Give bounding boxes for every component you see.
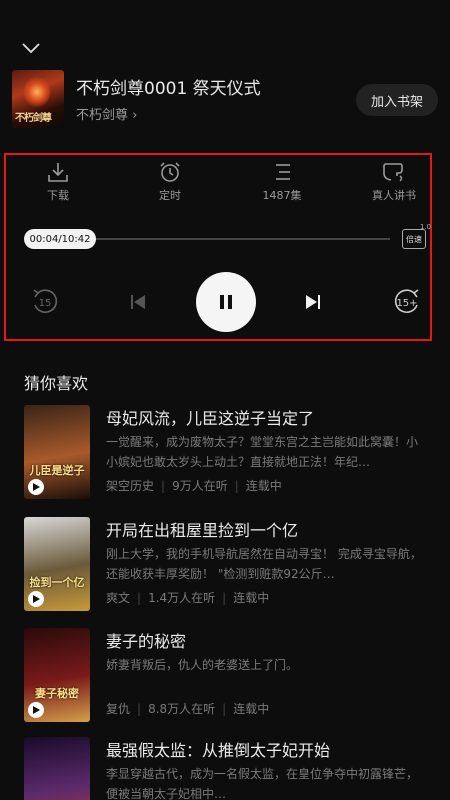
- play-badge-icon[interactable]: [28, 702, 44, 718]
- recommend-book-title[interactable]: 母妃风流，儿臣这逆子当定了: [106, 405, 314, 429]
- pause-icon: [220, 295, 232, 309]
- collapse-chevron-icon[interactable]: [20, 40, 42, 56]
- recommend-book-description: 刚上大学，我的手机导航居然在自动寻宝！ 完成寻宝导航，还能收获丰厚奖励！ "检测…: [106, 547, 422, 581]
- cover-title-art: 妻子秘密: [35, 687, 79, 700]
- previous-track-button[interactable]: [129, 293, 147, 315]
- download-icon: [48, 163, 68, 182]
- cover-title-art: 捡到一个亿: [29, 576, 85, 589]
- recommend-book-description: 一觉醒来，成为废物太子？堂堂东宫之主岂能如此窝囊！小小嫔妃也敢太岁头上动土？直接…: [106, 435, 419, 469]
- skip-previous-icon: [131, 295, 145, 309]
- genre-tag: 架空历史: [106, 479, 155, 493]
- recommend-list-item[interactable]: 儿臣是逆子 母妃风流，儿臣这逆子当定了一觉醒来，成为废物太子？堂堂东宫之主岂能如此…: [24, 405, 434, 501]
- book-link[interactable]: 不朽剑尊 ›: [76, 104, 137, 123]
- recommend-book-description: 娇妻背叛后，仇人的老婆送上了门。: [106, 658, 299, 672]
- recommend-book-meta: 架空历史 | 9万人在听 | 连载中: [106, 477, 282, 494]
- recommend-list-item[interactable]: 捡到一个亿 开局在出租屋里捡到一个亿刚上大学，我的手机导航居然在自动寻宝！ 完成寻…: [24, 517, 434, 613]
- meta-divider: |: [222, 591, 227, 605]
- pause-button[interactable]: [196, 272, 256, 332]
- skip-next-icon: [306, 295, 320, 309]
- play-badge-icon[interactable]: [28, 591, 44, 607]
- episode-title: 不朽剑尊0001 祭天仪式: [76, 79, 261, 99]
- meta-divider: |: [222, 702, 227, 716]
- recommend-book-cover[interactable]: 妻子秘密: [24, 628, 90, 722]
- episodes-button[interactable]: 1487集: [242, 161, 322, 203]
- download-label: 下载: [47, 189, 69, 202]
- cover-title-art: 不朽剑尊: [15, 113, 52, 124]
- listener-count: 9万人在听: [172, 479, 228, 493]
- recommend-book-cover[interactable]: [24, 737, 90, 800]
- meta-divider: |: [137, 702, 142, 716]
- genre-tag: 爽文: [106, 591, 131, 605]
- listener-count: 8.8万人在听: [148, 702, 216, 716]
- recommend-book-meta: 爽文 | 1.4万人在听 | 连载中: [106, 589, 269, 606]
- cover-title-art: 儿臣是逆子: [29, 464, 85, 477]
- serial-status: 连载中: [233, 591, 270, 605]
- now-playing-header: 不朽剑尊 不朽剑尊0001 祭天仪式 不朽剑尊 › 加入书架: [12, 70, 438, 130]
- real-narrator-button[interactable]: 真人讲书: [354, 161, 434, 203]
- alarm-clock-icon: [160, 162, 180, 182]
- recommend-list-item[interactable]: 最强假太监：从推倒太子妃开始李显穿越古代，成为一名假太监，在皇位争夺中初露锋芒，…: [24, 737, 434, 800]
- timer-label: 定时: [159, 189, 181, 202]
- playlist-icon: [276, 164, 290, 180]
- meta-divider: |: [234, 479, 239, 493]
- recommend-list-item[interactable]: 妻子秘密 妻子的秘密娇妻背叛后，仇人的老婆送上了门。 复仇 | 8.8万人在听 | 连载中: [24, 628, 434, 724]
- recommend-book-title[interactable]: 开局在出租屋里捡到一个亿: [106, 517, 298, 541]
- rewind-15-icon: 15: [33, 289, 58, 314]
- svg-text:15: 15: [39, 298, 52, 309]
- speed-button[interactable]: 倍速: [402, 229, 426, 249]
- genre-tag: 复仇: [106, 702, 131, 716]
- real-narrator-label: 真人讲书: [372, 189, 416, 202]
- recommend-section-title: 猜你喜欢: [24, 374, 89, 393]
- progress-time-thumb[interactable]: 00:04/10:42: [24, 229, 96, 249]
- recommend-book-title[interactable]: 最强假太监：从推倒太子妃开始: [106, 737, 330, 761]
- book-cover[interactable]: 不朽剑尊: [12, 70, 64, 128]
- download-button[interactable]: 下载: [18, 161, 98, 203]
- add-to-shelf-button[interactable]: 加入书架: [356, 84, 438, 116]
- recommend-book-cover[interactable]: 儿臣是逆子: [24, 405, 90, 499]
- serial-status: 连载中: [233, 702, 270, 716]
- recommend-book-meta: 复仇 | 8.8万人在听 | 连载中: [106, 700, 269, 717]
- timer-button[interactable]: 定时: [130, 161, 210, 203]
- next-track-button[interactable]: [304, 293, 322, 315]
- meta-divider: |: [137, 591, 142, 605]
- recommend-book-cover[interactable]: 捡到一个亿: [24, 517, 90, 611]
- serial-status: 连载中: [245, 479, 282, 493]
- listener-count: 1.4万人在听: [148, 591, 216, 605]
- play-badge-icon[interactable]: [28, 479, 44, 495]
- player-controls: 下载 定时 1487集 真人讲书 00:04/10:42 1.0 倍速 15 1…: [4, 153, 432, 341]
- meta-divider: |: [161, 479, 166, 493]
- forward-15-icon: 15+: [394, 289, 419, 314]
- episodes-label: 1487集: [262, 189, 302, 202]
- speech-icon: [383, 163, 403, 182]
- rewind-15-button[interactable]: 15: [30, 287, 60, 321]
- forward-15-button[interactable]: 15+: [392, 287, 422, 321]
- recommend-book-description: 李显穿越古代，成为一名假太监，在皇位争夺中初露锋芒，便被当朝太子妃相中…: [106, 767, 419, 800]
- svg-text:15+: 15+: [396, 298, 417, 309]
- recommend-book-title[interactable]: 妻子的秘密: [106, 628, 186, 652]
